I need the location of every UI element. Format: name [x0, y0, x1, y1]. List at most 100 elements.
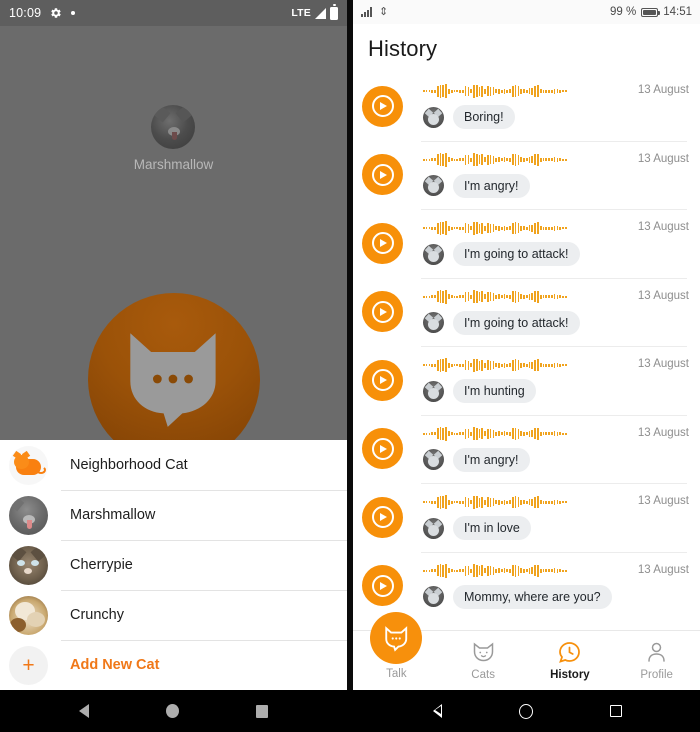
history-row-bottom: I'm angry!: [423, 447, 689, 472]
message-chip: I'm angry!: [453, 173, 530, 198]
history-row-body: 13 August I'm angry!: [423, 426, 700, 472]
message-chip: Boring!: [453, 105, 515, 130]
audio-waveform: [423, 220, 567, 236]
cat-list-item-label: Marshmallow: [70, 507, 156, 523]
add-new-cat-label: Add New Cat: [70, 657, 160, 673]
history-row-top: 13 August: [423, 563, 689, 579]
history-row-bottom: I'm going to attack!: [423, 242, 689, 267]
history-row-bottom: I'm angry!: [423, 173, 689, 198]
history-row-top: 13 August: [423, 289, 689, 305]
nav-item-cats[interactable]: Cats: [440, 631, 527, 690]
history-row-top: 13 August: [423, 220, 689, 236]
right-status-bar: ⇕ 99 % 14:51: [353, 0, 700, 24]
history-row[interactable]: 13 August I'm hunting: [353, 346, 700, 415]
nav-label-profile: Profile: [640, 669, 673, 681]
history-row[interactable]: 13 August Mommy, where are you?: [353, 551, 700, 621]
history-row[interactable]: 13 August I'm angry!: [353, 414, 700, 484]
cat-avatar: [423, 106, 444, 128]
cat-list-item-crunchy[interactable]: Crunchy: [0, 590, 347, 640]
history-row[interactable]: 13 August I'm angry!: [353, 140, 700, 210]
cat-avatar: [9, 545, 48, 585]
nav-item-profile[interactable]: Profile: [613, 631, 700, 690]
history-row-body: 13 August I'm going to attack!: [423, 289, 700, 335]
message-chip: I'm going to attack!: [453, 310, 580, 335]
battery-icon: [330, 4, 338, 20]
cat-list: Neighborhood Cat Marshmallow Cherrypie C…: [0, 440, 347, 690]
history-row-body: 13 August I'm hunting: [423, 357, 700, 404]
play-icon[interactable]: [362, 154, 403, 196]
nav-label-talk: Talk: [386, 668, 407, 680]
cat-list-item-marshmallow[interactable]: Marshmallow: [0, 490, 347, 540]
status-icons-left: ⇕: [361, 6, 388, 18]
nav-item-history[interactable]: History: [527, 631, 614, 690]
cat-list-item-neighborhood[interactable]: Neighborhood Cat: [0, 440, 347, 490]
audio-waveform: [423, 83, 567, 99]
history-list[interactable]: 13 August Boring! 13 August I'm angry! 13 Au…: [353, 72, 700, 630]
message-chip: Mommy, where are you?: [453, 584, 612, 609]
cat-list-item-cherrypie[interactable]: Cherrypie: [0, 540, 347, 590]
cat-avatar: [423, 517, 444, 539]
battery-icon: [641, 7, 661, 17]
message-chip: I'm angry!: [453, 447, 530, 472]
talk-fab-button[interactable]: [370, 612, 423, 664]
play-icon[interactable]: [362, 428, 403, 470]
play-icon[interactable]: [362, 291, 403, 333]
history-date: 13 August: [637, 152, 689, 165]
cat-face-icon: [471, 640, 496, 665]
home-icon[interactable]: [165, 704, 179, 718]
android-navigation-bars: [0, 690, 700, 732]
play-icon[interactable]: [362, 565, 403, 607]
history-row-body: 13 August I'm angry!: [423, 152, 700, 198]
history-date: 13 August: [637, 495, 689, 508]
android-nav-left: [0, 690, 347, 732]
nav-item-talk[interactable]: Talk: [353, 612, 440, 690]
cat-list-item-label: Neighborhood Cat: [70, 457, 188, 473]
status-icons-right: LTE: [291, 4, 338, 20]
cat-speech-bubble-icon: [383, 625, 410, 652]
history-row[interactable]: 13 August Boring!: [353, 72, 700, 141]
battery-percent-label: 99 %: [610, 6, 637, 18]
audio-waveform: [423, 426, 567, 442]
cat-speech-bubble-icon: [122, 327, 226, 431]
history-row-bottom: I'm hunting: [423, 379, 689, 404]
cat-avatar: [423, 586, 444, 608]
history-date: 13 August: [637, 221, 689, 234]
signal-bars-icon: [361, 7, 372, 17]
person-icon: [644, 640, 669, 665]
history-date: 13 August: [637, 563, 689, 576]
page-title: History: [368, 36, 438, 61]
left-status-bar: 10:09 LTE: [0, 0, 347, 26]
history-row-bottom: I'm going to attack!: [423, 310, 689, 335]
history-row[interactable]: 13 August I'm going to attack!: [353, 209, 700, 278]
status-time: 10:09: [9, 6, 42, 20]
history-row-top: 13 August: [423, 152, 689, 168]
back-icon[interactable]: [78, 704, 89, 718]
play-icon[interactable]: [362, 496, 403, 538]
history-row-body: 13 August Mommy, where are you?: [423, 563, 700, 609]
cat-avatar: [9, 445, 48, 485]
clock-speech-bubble-icon: [557, 640, 582, 665]
network-label: LTE: [291, 7, 311, 19]
cat-list-item-label: Crunchy: [70, 607, 124, 623]
cat-avatar: [423, 243, 444, 265]
recents-icon[interactable]: [256, 704, 269, 718]
status-icons-right: 99 % 14:51: [610, 6, 692, 18]
audio-waveform: [423, 357, 567, 373]
add-new-cat-button[interactable]: + Add New Cat: [0, 640, 347, 690]
cat-avatar: [423, 312, 444, 334]
history-row-bottom: Mommy, where are you?: [423, 584, 689, 609]
hero-cat-avatar[interactable]: [151, 105, 195, 149]
history-row[interactable]: 13 August I'm in love: [353, 483, 700, 552]
history-row[interactable]: 13 August I'm going to attack!: [353, 277, 700, 347]
signal-icon: [315, 7, 326, 19]
recents-icon[interactable]: [609, 705, 622, 717]
play-icon[interactable]: [362, 359, 403, 401]
home-icon[interactable]: [518, 703, 533, 719]
play-icon[interactable]: [362, 222, 403, 264]
history-row-top: 13 August: [423, 494, 689, 510]
audio-waveform: [423, 494, 567, 510]
play-icon[interactable]: [362, 85, 403, 127]
history-row-bottom: I'm in love: [423, 516, 689, 541]
right-phone: ⇕ 99 % 14:51 History 13 August Boring! 13 …: [353, 0, 700, 690]
back-icon[interactable]: [432, 704, 442, 718]
